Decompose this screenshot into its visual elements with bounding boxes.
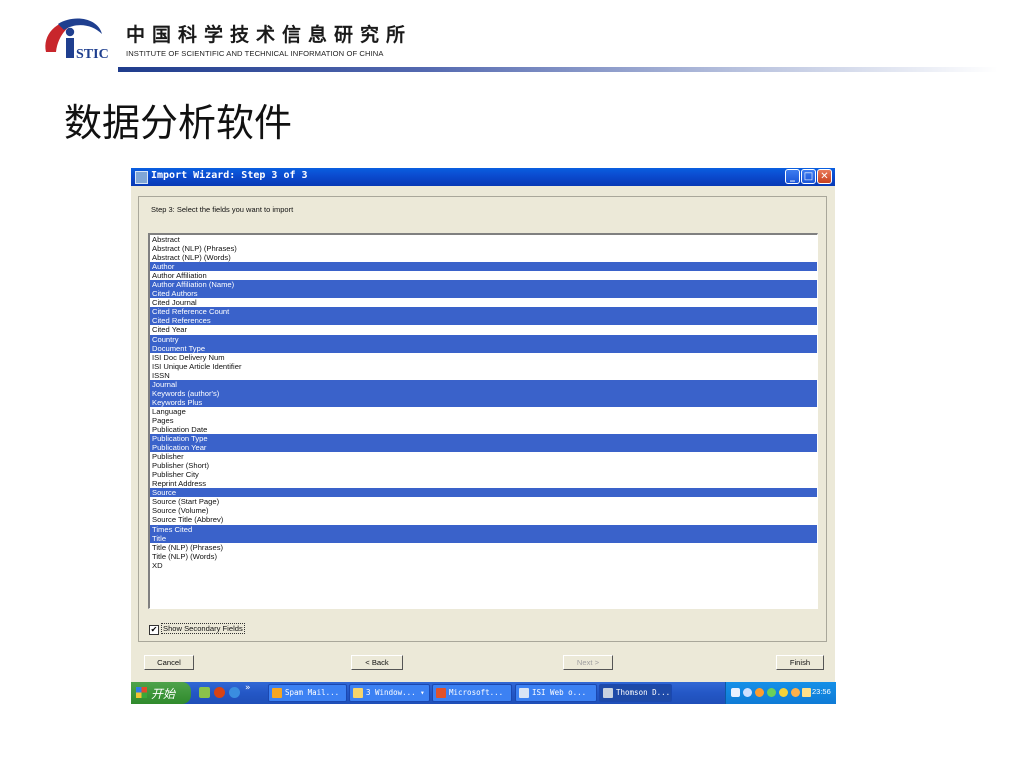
window-app-icon: [135, 171, 148, 184]
taskbar-item-microsoft[interactable]: Microsoft...: [432, 684, 512, 702]
mail-icon: [272, 688, 282, 698]
network-icon[interactable]: [767, 688, 776, 697]
taskbar-item-isi-web[interactable]: ISI Web o...: [515, 684, 597, 702]
browser-icon: [519, 688, 529, 698]
field-list-item[interactable]: Cited Reference Count: [150, 307, 817, 317]
field-list-item[interactable]: Pages: [150, 416, 817, 425]
field-list-item[interactable]: Title (NLP) (Words): [150, 552, 817, 561]
taskbar-item-spam-mail[interactable]: Spam Mail...: [268, 684, 347, 702]
slide-title: 数据分析软件: [64, 101, 293, 145]
next-button: Next >: [563, 655, 613, 670]
quicklaunch-desktop-icon[interactable]: [199, 687, 210, 698]
security-icon[interactable]: [779, 688, 788, 697]
finish-button[interactable]: Finish: [776, 655, 824, 670]
field-list-item[interactable]: Journal: [150, 379, 817, 389]
import-wizard-window: Import Wizard: Step 3 of 3 _ □ ✕ Step 3:…: [131, 168, 836, 704]
org-name-english: INSTITUTE OF SCIENTIFIC AND TECHNICAL IN…: [126, 49, 384, 58]
header-divider: [118, 67, 998, 72]
field-listbox[interactable]: Abstract Abstract (NLP) (Phrases) Abstract…: [148, 233, 818, 609]
quicklaunch-more-chevron-icon[interactable]: »: [245, 683, 251, 693]
field-list-item[interactable]: Publication Year: [150, 443, 817, 453]
taskbar-item-label: Spam Mail...: [285, 688, 340, 697]
field-list-item[interactable]: Cited References: [150, 316, 817, 326]
field-list-item[interactable]: Language: [150, 407, 817, 416]
start-button[interactable]: 开始: [131, 682, 191, 704]
field-list-item[interactable]: Publisher City: [150, 470, 817, 479]
show-secondary-fields-label[interactable]: Show Secondary Fields: [161, 623, 245, 634]
field-list-item[interactable]: Source: [150, 488, 817, 498]
field-list-item[interactable]: Author Affiliation (Name): [150, 280, 817, 290]
window-title: Import Wizard: Step 3 of 3: [151, 170, 308, 181]
close-button[interactable]: ✕: [817, 169, 832, 184]
update-icon[interactable]: [791, 688, 800, 697]
field-list-item[interactable]: Author: [150, 262, 817, 272]
field-list-item[interactable]: Cited Authors: [150, 289, 817, 299]
pen-icon[interactable]: [743, 688, 752, 697]
field-list-item[interactable]: Source Title (Abbrev): [150, 515, 817, 524]
taskbar-item-thomson[interactable]: Thomson D...: [599, 684, 672, 702]
field-list-item[interactable]: XD: [150, 561, 817, 570]
app-icon: [603, 688, 613, 698]
taskbar-item-windows-group[interactable]: 3 Window... ▾: [349, 684, 430, 702]
field-list-item[interactable]: ISI Doc Delivery Num: [150, 353, 817, 362]
keyboard-icon[interactable]: [731, 688, 740, 697]
field-list-item[interactable]: Cited Journal: [150, 298, 817, 307]
input-method-icon[interactable]: [802, 688, 811, 697]
maximize-button[interactable]: □: [801, 169, 816, 184]
taskbar-item-label: Microsoft...: [449, 688, 504, 697]
system-tray: 23:56: [725, 682, 836, 704]
field-list-item[interactable]: Country: [150, 334, 817, 344]
field-list-item[interactable]: Source (Start Page): [150, 497, 817, 506]
field-list-item[interactable]: Times Cited: [150, 524, 817, 534]
start-label: 开始: [151, 687, 176, 701]
taskbar-clock: 23:56: [812, 687, 831, 696]
step-instruction: Step 3: Select the fields you want to im…: [151, 205, 294, 214]
field-list-item[interactable]: Title (NLP) (Phrases): [150, 543, 817, 552]
field-list-item[interactable]: Abstract (NLP) (Phrases): [150, 244, 817, 253]
taskbar-item-label: 3 Window... ▾: [366, 688, 425, 697]
field-list-item[interactable]: Abstract: [150, 235, 817, 244]
window-titlebar[interactable]: Import Wizard: Step 3 of 3 _ □ ✕: [131, 168, 835, 186]
field-list-item[interactable]: Keywords (author's): [150, 388, 817, 398]
minimize-button[interactable]: _: [785, 169, 800, 184]
powerpoint-icon: [436, 688, 446, 698]
outlook-icon[interactable]: [755, 688, 764, 697]
cancel-button[interactable]: Cancel: [144, 655, 194, 670]
field-list-item[interactable]: Reprint Address: [150, 479, 817, 488]
back-button[interactable]: < Back: [351, 655, 403, 670]
field-list-item[interactable]: Title: [150, 533, 817, 543]
org-name-chinese: 中国科学技术信息研究所: [126, 24, 413, 46]
field-list-item[interactable]: Keywords Plus: [150, 397, 817, 407]
folder-icon: [353, 688, 363, 698]
field-list-item[interactable]: Publication Type: [150, 434, 817, 444]
istic-logo: STIC: [45, 18, 109, 62]
field-list-item[interactable]: Publication Date: [150, 425, 817, 434]
show-secondary-fields-checkbox[interactable]: ✔: [149, 625, 159, 635]
field-list-item[interactable]: Abstract (NLP) (Words): [150, 253, 817, 262]
field-list-item[interactable]: Publisher (Short): [150, 461, 817, 470]
windows-logo-icon: [136, 687, 147, 698]
taskbar-item-label: ISI Web o...: [532, 688, 587, 697]
quicklaunch-media-icon[interactable]: [214, 687, 225, 698]
field-list-item[interactable]: Source (Volume): [150, 506, 817, 515]
svg-text:STIC: STIC: [76, 47, 109, 62]
field-list-item[interactable]: ISSN: [150, 371, 817, 380]
field-list-item[interactable]: Publisher: [150, 452, 817, 461]
field-list-item[interactable]: Cited Year: [150, 325, 817, 334]
field-list-item[interactable]: Document Type: [150, 343, 817, 353]
field-list-item[interactable]: Author Affiliation: [150, 271, 817, 280]
quicklaunch-ie-icon[interactable]: [229, 687, 240, 698]
taskbar-item-label: Thomson D...: [616, 688, 671, 697]
field-list-item[interactable]: ISI Unique Article Identifier: [150, 362, 817, 371]
taskbar: 开始 » Spam Mail... 3 Window... ▾ Microsof…: [131, 682, 836, 704]
